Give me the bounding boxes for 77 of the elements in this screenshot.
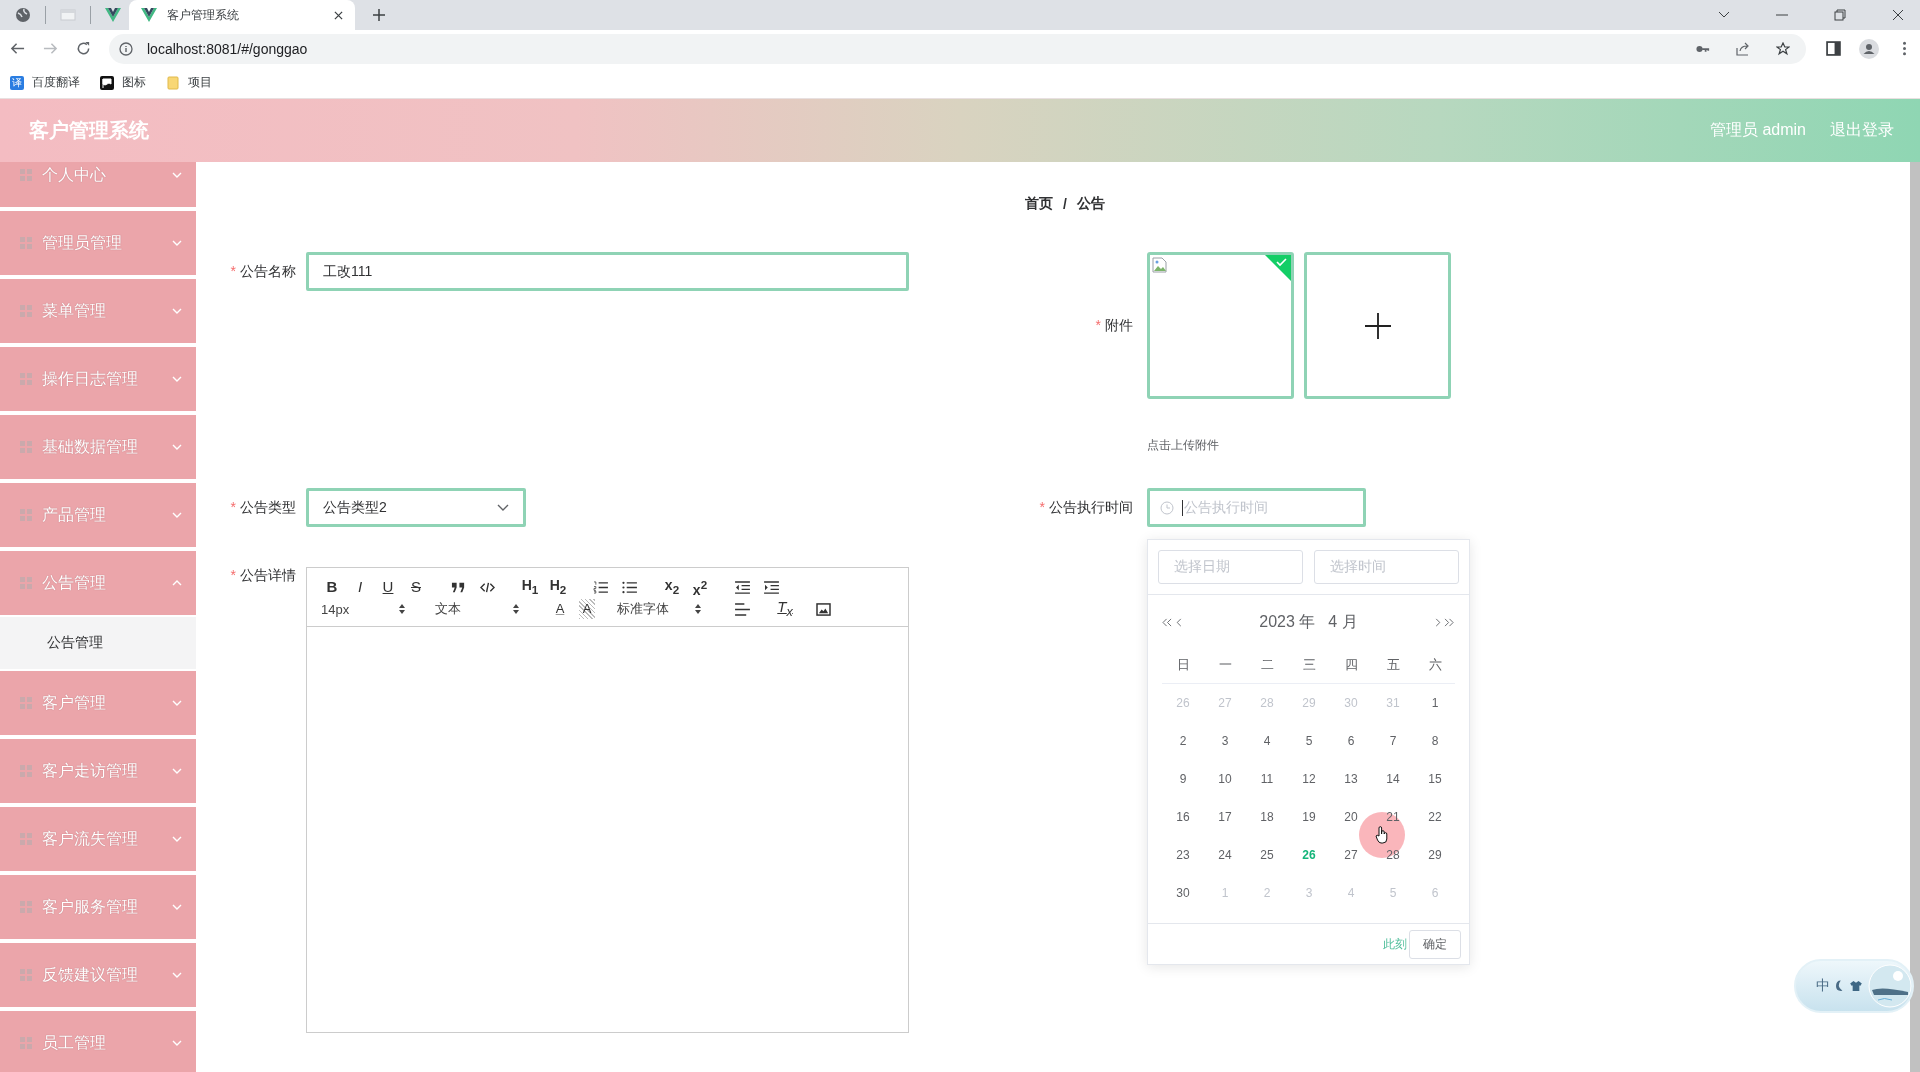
calendar-day[interactable]: 10 [1204, 772, 1246, 786]
calendar-day[interactable]: 30 [1162, 886, 1204, 900]
bookmark[interactable]: 译 百度翻译 [10, 74, 80, 91]
weekday-label: 日 [1175, 656, 1191, 674]
toolbar-select[interactable]: 标准字体 [617, 600, 701, 618]
breadcrumb-separator: / [1063, 196, 1067, 212]
calendar-day[interactable]: 6 [1330, 734, 1372, 748]
calendar-day[interactable]: 19 [1288, 810, 1330, 824]
calendar-day[interactable]: 18 [1246, 810, 1288, 824]
toolbar-select[interactable]: 14px [321, 601, 405, 617]
month-label[interactable]: 4 月 [1328, 611, 1358, 633]
user-label: 管理员 admin [1709, 120, 1806, 140]
font-color-button[interactable]: A [549, 599, 571, 619]
strikethrough-button[interactable]: S [405, 577, 427, 597]
toolbar-select[interactable]: 文本 [435, 600, 519, 618]
address-bar[interactable]: localhost:8081/#/gonggao [109, 33, 1806, 64]
field-label: * 公告类型 [229, 498, 297, 517]
calendar-day[interactable]: 20 [1330, 810, 1372, 824]
calendar-day[interactable]: 5 [1288, 734, 1330, 748]
weekday-label: 三 [1301, 656, 1317, 674]
year-label[interactable]: 2023 年 [1259, 611, 1316, 633]
calendar-day[interactable]: 13 [1330, 772, 1372, 786]
calendar-day[interactable]: 25 [1246, 848, 1288, 862]
calendar-day[interactable]: 4 [1246, 734, 1288, 748]
bookmark[interactable]: 项目 [166, 74, 212, 91]
background-color-button[interactable]: A [579, 599, 595, 619]
calendar-day[interactable]: 2 [1162, 734, 1204, 748]
weekday-label: 六 [1427, 656, 1443, 674]
select-field[interactable]: 公告类型2 [306, 488, 526, 527]
calendar-day[interactable]: 28 [1372, 848, 1414, 862]
calendar-day[interactable]: 23 [1162, 848, 1204, 862]
script-button[interactable]: x$_{2}$ [661, 574, 683, 600]
bookmark[interactable]: 图标 [100, 74, 146, 91]
clear-format-button[interactable]: T$_{x}$ [774, 596, 796, 622]
field-label: * 公告名称 [229, 262, 297, 281]
upload-hint: 点击上传附件 [1147, 437, 1220, 454]
field-label: * 附件 [1094, 316, 1134, 335]
calendar-day[interactable]: 15 [1414, 772, 1456, 786]
calendar-day[interactable]: 1 [1414, 696, 1456, 710]
calendar-day[interactable]: 29 [1414, 848, 1456, 862]
calendar-day[interactable]: 9 [1162, 772, 1204, 786]
calendar-day[interactable]: 8 [1414, 734, 1456, 748]
weekday-label: 一 [1217, 656, 1233, 674]
calendar-day[interactable]: 14 [1372, 772, 1414, 786]
app-title: 客户管理系统 [29, 118, 149, 143]
calendar-day[interactable]: 3 [1204, 734, 1246, 748]
field-label: * 公告详情 [229, 567, 297, 585]
field-label: * 公告执行时间 [1038, 498, 1134, 517]
calendar-day[interactable]: 11 [1246, 772, 1288, 786]
url-text: localhost:8081/#/gonggao [147, 40, 308, 57]
underline-button[interactable]: U [377, 577, 399, 597]
calendar-day[interactable]: 17 [1204, 810, 1246, 824]
submenu-item[interactable]: 公告管理 [0, 617, 196, 669]
calendar-day[interactable]: 21 [1372, 810, 1414, 824]
italic-button[interactable]: I [349, 577, 371, 597]
ime-toolbar[interactable]: 中 [1794, 959, 1914, 1013]
weekday-label: 二 [1259, 656, 1275, 674]
breadcrumb-link[interactable]: 公告 [1076, 195, 1105, 213]
calendar-day[interactable]: 24 [1204, 848, 1246, 862]
calendar-day[interactable]: 12 [1288, 772, 1330, 786]
weekday-label: 四 [1343, 656, 1359, 674]
confirm-button[interactable]: 确定 [1409, 929, 1461, 959]
text-field[interactable]: 工改111 [306, 252, 909, 291]
translate-logo-icon: 译 [10, 75, 24, 90]
calendar-day[interactable]: 22 [1414, 810, 1456, 824]
heading-button[interactable]: H$_{1}$ [519, 574, 541, 600]
tab-title: 客户管理系统 [167, 6, 240, 24]
calendar-day[interactable]: 16 [1162, 810, 1204, 824]
script-button[interactable]: x$^{2}$ [689, 574, 711, 600]
heading-button[interactable]: H$_{2}$ [547, 574, 569, 600]
breadcrumb-link[interactable]: 首页 [1025, 195, 1054, 213]
calendar-day[interactable]: 27 [1330, 848, 1372, 862]
ime-mode-label[interactable]: 中 [1816, 977, 1830, 995]
browser-tab[interactable]: 客户管理系统 [129, 0, 355, 30]
bold-button[interactable]: B [321, 577, 343, 597]
weekday-label: 五 [1385, 656, 1401, 674]
calendar-day[interactable]: 7 [1372, 734, 1414, 748]
